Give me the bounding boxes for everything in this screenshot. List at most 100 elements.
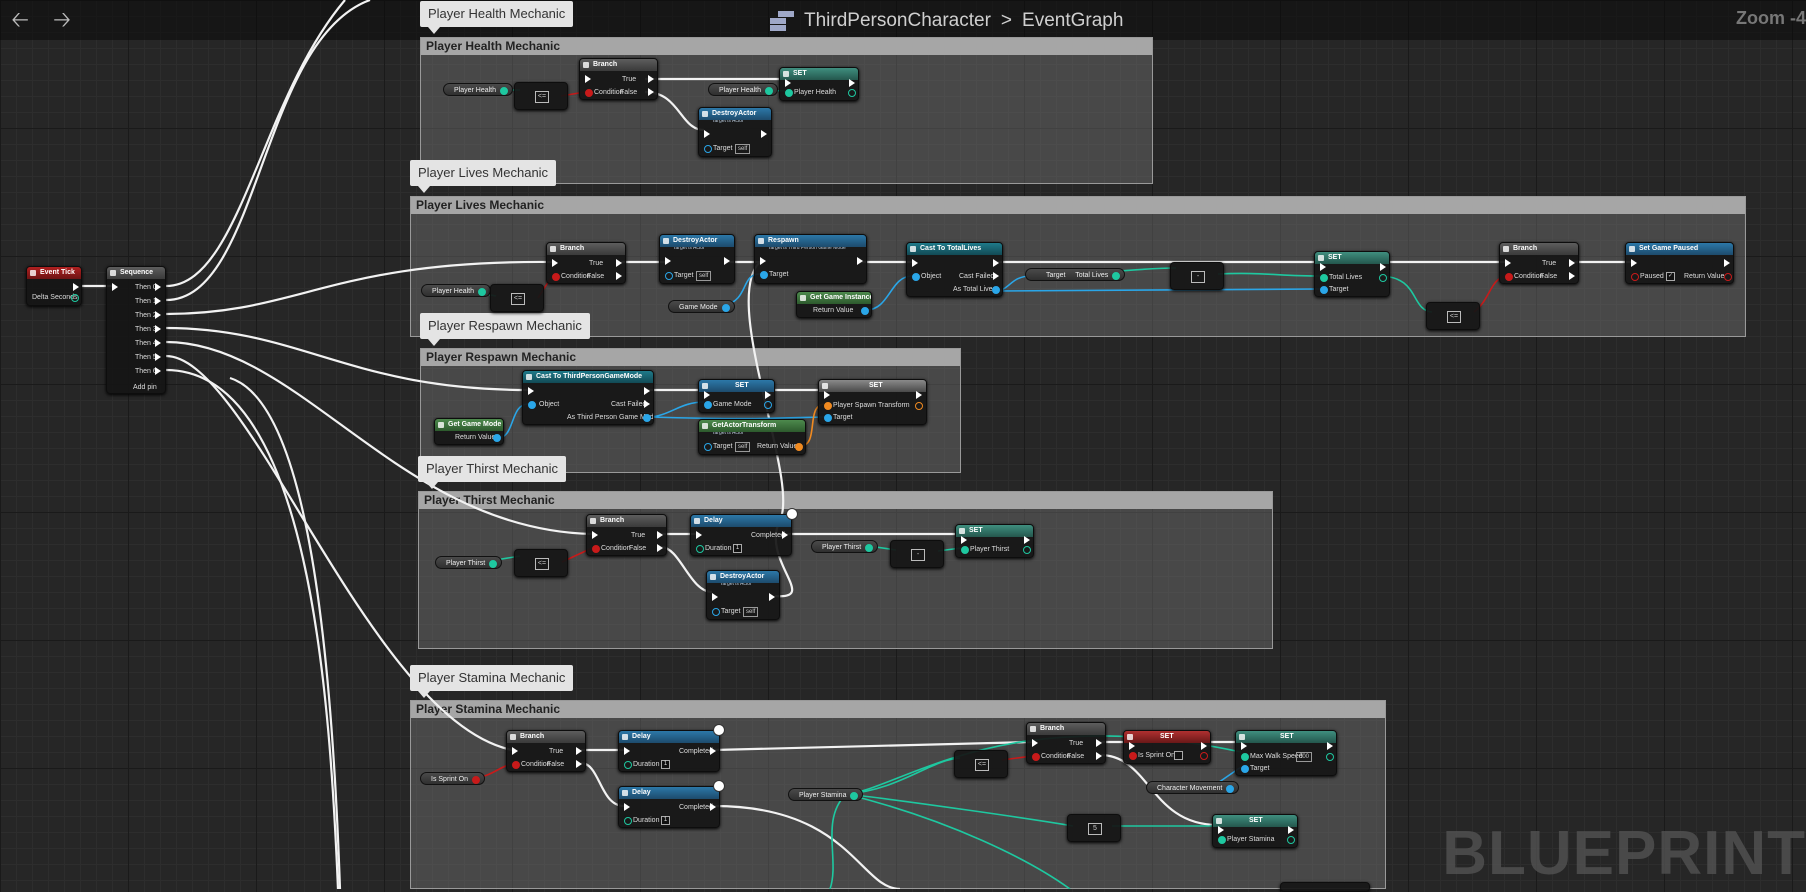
node-title: SET [1315, 252, 1389, 264]
get-actor-transform-node[interactable]: GetActorTransform Target is Actor Target… [698, 419, 806, 455]
comment-bubble-respawn[interactable]: Player Respawn Mechanic [420, 313, 590, 346]
branch-node[interactable]: Branch True Condition False [506, 730, 586, 772]
duration-value[interactable]: 1 [661, 760, 670, 769]
respawn-node[interactable]: Respawn Target is Third Person Game Mode… [754, 234, 867, 284]
max-walk-speed-value[interactable]: 600 [1296, 752, 1313, 762]
cast-to-thirdpersongamemode-node[interactable]: Cast To ThirdPersonGameMode Object Cast … [522, 370, 654, 425]
paused-checkbox[interactable]: ✓ [1666, 272, 1675, 281]
subtract-node[interactable]: - [1170, 262, 1224, 290]
player-health-getter[interactable]: Player Health [708, 83, 779, 96]
object-label: Object [539, 401, 560, 408]
subtract-node[interactable]: - [890, 540, 944, 568]
exec-in-pin[interactable] [112, 283, 118, 291]
back-arrow-icon[interactable]: 🡠 [8, 8, 32, 32]
set-player-stamina-node[interactable]: SET Player Stamina [1212, 814, 1298, 848]
duration-value[interactable]: 1 [661, 816, 670, 825]
exec-out-pin[interactable] [155, 297, 161, 305]
game-mode-getter[interactable]: Game Mode [668, 300, 735, 313]
player-stamina-getter[interactable]: Player Stamina [788, 788, 864, 801]
set-player-health-node[interactable]: SET Player Health [779, 67, 859, 101]
player-health-getter[interactable]: Player Health [421, 284, 492, 297]
set-max-walk-speed-node[interactable]: SET Max Walk Speed 600 Target [1235, 730, 1337, 776]
then-3-label: Then 3 [135, 326, 157, 333]
breadcrumb: ThirdPersonCharacter > EventGraph [770, 8, 1123, 34]
target-label: Target [713, 443, 733, 450]
blueprint-watermark: BLUEPRINT [1442, 819, 1806, 888]
sequence-node[interactable]: Sequence Then 0 Then 1 Then 2 Then 3 The… [106, 266, 166, 394]
branch-node[interactable]: Branch True Condition False [1499, 242, 1579, 284]
comment-bubble-health[interactable]: Player Health Mechanic [420, 1, 574, 34]
destroy-actor-node[interactable]: DestroyActor Target is Actor Target self [698, 107, 772, 157]
subtract-icon: - [1191, 271, 1205, 283]
delay-node[interactable]: Delay Completed Duration 1 [618, 786, 720, 828]
get-game-mode-node[interactable]: Get Game Mode Return Value [434, 418, 504, 445]
set-is-sprint-on-node[interactable]: SET Is Sprint On [1123, 730, 1211, 764]
player-thirst-getter[interactable]: Player Thirst [435, 556, 503, 569]
destroy-actor-node[interactable]: DestroyActor Target is Actor Target self [706, 570, 780, 620]
delta-seconds-pin[interactable] [71, 294, 79, 302]
destroy-actor-node[interactable]: DestroyActor Target is Actor Target self [659, 234, 735, 284]
subtract-node[interactable]: 5 [1067, 814, 1121, 842]
comment-bubble-lives[interactable]: Player Lives Mechanic [410, 160, 557, 193]
exec-out-pin[interactable] [155, 311, 161, 319]
comment-bubble-stamina[interactable]: Player Stamina Mechanic [410, 665, 574, 698]
exec-out-pin[interactable] [155, 353, 161, 361]
set-player-thirst-node[interactable]: SET Player Thirst [955, 524, 1034, 558]
node-title: SET [1236, 731, 1336, 743]
comment-stamina[interactable]: Player Stamina Mechanic [410, 700, 1386, 889]
set-game-paused-node[interactable]: Set Game Paused Paused ✓ Return Value [1625, 242, 1734, 284]
cast-failed-label: Cast Failed [611, 401, 647, 408]
cast-failed-label: Cast Failed [959, 273, 995, 280]
node-title: DestroyActor [660, 235, 734, 247]
exec-out-pin[interactable] [155, 283, 161, 291]
compare-node[interactable]: <= [514, 549, 568, 577]
exec-out-pin[interactable] [155, 325, 161, 333]
node-title: Branch [547, 243, 625, 255]
compare-icon: <= [535, 558, 549, 570]
branch-node[interactable]: Branch True Condition False [579, 58, 658, 100]
is-sprint-on-getter[interactable]: Is Sprint On [420, 772, 485, 785]
duration-value[interactable]: 1 [733, 544, 742, 553]
exec-out-pin[interactable] [155, 367, 161, 375]
exec-out-pin[interactable] [73, 283, 79, 291]
compare-node[interactable]: <= [1426, 302, 1480, 330]
event-tick-node[interactable]: Event Tick Delta Seconds [26, 266, 82, 306]
set-game-mode-node[interactable]: SET Game Mode [698, 379, 775, 413]
character-movement-getter[interactable]: Character Movement [1146, 781, 1240, 794]
true-label: True [549, 748, 564, 755]
player-health-getter[interactable]: Player Health [443, 83, 514, 96]
is-sprint-on-checkbox[interactable] [1174, 751, 1183, 760]
get-game-instance-node[interactable]: Get Game Instance Return Value [796, 291, 872, 318]
breadcrumb-graph[interactable]: EventGraph [1022, 10, 1123, 32]
target-label: Target [1329, 286, 1349, 293]
cast-to-totallives-node[interactable]: Cast To TotalLives Object Cast Failed As… [906, 242, 1003, 297]
offscreen-set-node[interactable] [1280, 882, 1370, 892]
node-title: SET [956, 525, 1033, 537]
set-player-spawn-transform-node[interactable]: SET Player Spawn Transform Target [818, 379, 927, 425]
compare-node[interactable]: <= [954, 750, 1008, 778]
compare-node[interactable]: <= [514, 82, 568, 110]
breadcrumb-blueprint[interactable]: ThirdPersonCharacter [804, 10, 991, 32]
branch-node[interactable]: Branch True Condition False [586, 514, 667, 556]
true-label: True [1069, 740, 1084, 747]
forward-arrow-icon[interactable]: 🡢 [50, 8, 74, 32]
add-pin-button[interactable]: Add pin [133, 383, 157, 392]
false-label: False [1067, 753, 1085, 760]
false-label: False [629, 545, 647, 552]
branch-node[interactable]: Branch True Condition False [1026, 722, 1106, 764]
comment-bubble-thirst[interactable]: Player Thirst Mechanic [418, 456, 566, 489]
set-total-lives-node[interactable]: SET Total Lives Target [1314, 251, 1390, 297]
total-lives-getter[interactable]: Target Total Lives [1025, 268, 1126, 281]
delay-node[interactable]: Delay Completed Duration 1 [690, 514, 792, 556]
compare-icon: <= [975, 759, 989, 771]
node-title: DestroyActor [707, 571, 779, 583]
node-title: Branch [580, 59, 657, 71]
true-label: True [622, 76, 637, 83]
target-label: Target [769, 271, 789, 278]
node-title: Event Tick [27, 267, 81, 279]
player-thirst-getter[interactable]: Player Thirst [811, 540, 879, 553]
delay-node[interactable]: Delay Completed Duration 1 [618, 730, 720, 772]
branch-node[interactable]: Branch True Condition False [546, 242, 626, 284]
exec-out-pin[interactable] [155, 339, 161, 347]
compare-node[interactable]: <= [490, 284, 544, 312]
